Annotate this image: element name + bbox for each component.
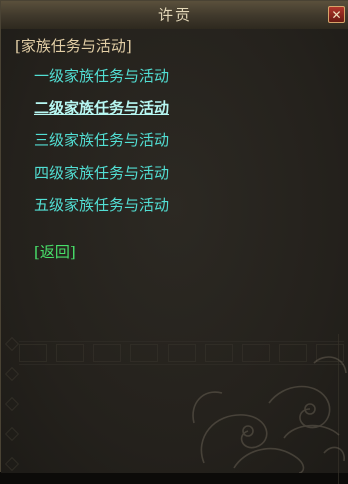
option-level-5-family-tasks[interactable]: 五级家族任务与活动 — [34, 194, 169, 215]
hud-slot — [130, 344, 159, 362]
option-level-1-family-tasks[interactable]: 一级家族任务与活动 — [34, 65, 169, 86]
rail-marker — [4, 456, 20, 472]
background-side-rail — [4, 336, 20, 472]
rail-marker — [4, 426, 20, 442]
dialog-content: [家族任务与活动] 一级家族任务与活动 二级家族任务与活动 三级家族任务与活动 … — [1, 29, 348, 484]
close-button[interactable]: ✕ — [328, 6, 345, 23]
npc-dialog-window: 许贡 ✕ [家族任务与活动] 一级家族任务与活动 二级家族任务与活动 三级家族任… — [0, 0, 348, 484]
section-header: [家族任务与活动] — [15, 37, 132, 55]
option-level-3-family-tasks[interactable]: 三级家族任务与活动 — [34, 129, 169, 150]
rail-marker — [4, 366, 20, 382]
title-bar[interactable]: 许贡 ✕ — [1, 1, 348, 30]
cloud-dragon-ornament-icon — [192, 356, 347, 473]
rail-marker — [4, 396, 20, 412]
close-icon: ✕ — [331, 7, 342, 22]
option-level-4-family-tasks[interactable]: 四级家族任务与活动 — [34, 162, 169, 183]
rail-marker — [4, 336, 20, 352]
back-link[interactable]: [返回] — [34, 241, 76, 262]
hud-slot — [93, 344, 122, 362]
hud-slot — [56, 344, 85, 362]
option-level-2-family-tasks[interactable]: 二级家族任务与活动 — [34, 97, 169, 118]
npc-name-title: 许贡 — [157, 6, 192, 24]
hud-slot — [19, 344, 47, 362]
